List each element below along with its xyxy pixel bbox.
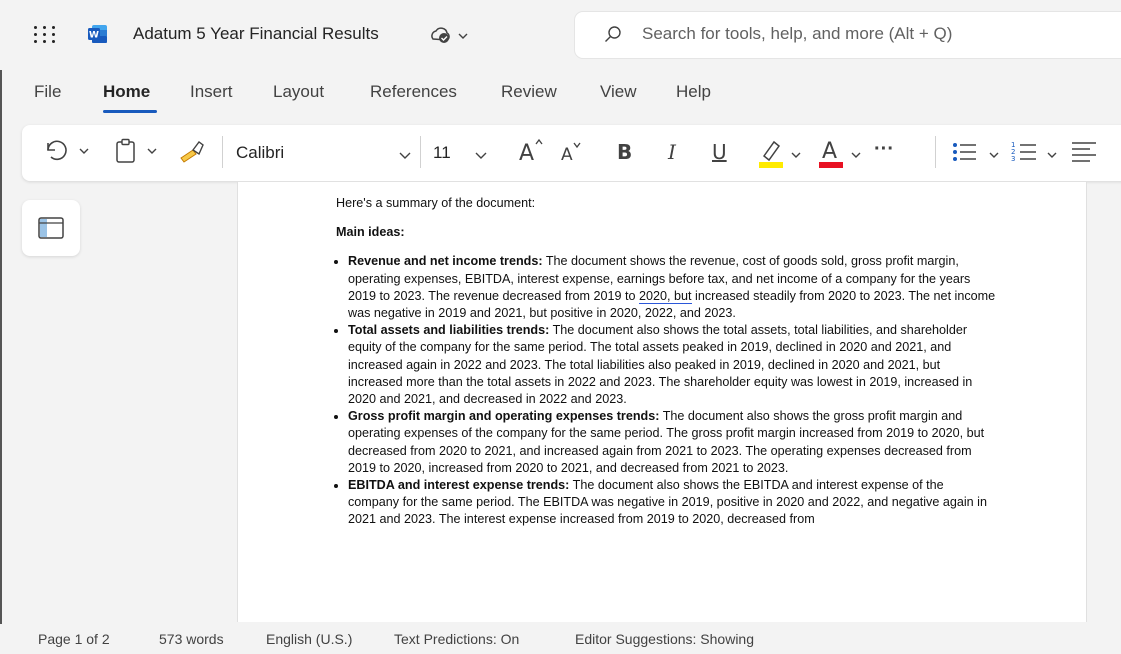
app-launcher-icon[interactable] — [34, 26, 56, 44]
tab-help[interactable]: Help — [676, 82, 711, 102]
svg-text:W: W — [89, 31, 99, 41]
tab-view[interactable]: View — [600, 82, 637, 102]
font-size-value[interactable]: 11 — [433, 143, 451, 163]
svg-text:A: A — [822, 139, 837, 164]
tab-review[interactable]: Review — [501, 82, 557, 102]
tab-home[interactable]: Home — [103, 82, 150, 102]
numbering-dropdown-chevron-icon[interactable] — [1046, 146, 1058, 165]
active-tab-indicator — [103, 110, 157, 113]
grammar-flag[interactable]: 2020, but — [639, 288, 692, 304]
summary-list: Revenue and net income trends: The docum… — [336, 253, 996, 528]
page-count[interactable]: Page 1 of 2 — [38, 631, 110, 647]
intro-text: Here's a summary of the document: — [336, 196, 536, 210]
highlight-dropdown-chevron-icon[interactable] — [790, 146, 802, 165]
text-predictions-status[interactable]: Text Predictions: On — [394, 631, 519, 647]
window-border — [0, 0, 2, 654]
svg-text:A: A — [519, 141, 534, 166]
bullets-dropdown-chevron-icon[interactable] — [988, 146, 1000, 165]
list-item: Revenue and net income trends: The docum… — [348, 253, 996, 322]
document-page[interactable]: Here's a summary of the document: Main i… — [237, 182, 1087, 622]
font-size-chevron-icon[interactable] — [474, 146, 488, 165]
font-name-chevron-icon[interactable] — [398, 146, 412, 165]
paste-dropdown-chevron-icon[interactable] — [146, 142, 158, 161]
tab-layout[interactable]: Layout — [273, 82, 324, 102]
grow-font-icon[interactable]: A — [518, 136, 548, 170]
underline-button[interactable]: U — [712, 140, 727, 164]
bold-button[interactable]: B — [617, 140, 632, 164]
word-logo-icon: W — [88, 24, 108, 44]
toolbar-separator — [222, 136, 223, 168]
editor-suggestions-status[interactable]: Editor Suggestions: Showing — [575, 631, 754, 647]
font-color-icon[interactable]: A — [818, 136, 846, 174]
shrink-font-icon[interactable]: A — [560, 140, 586, 170]
tab-insert[interactable]: Insert — [190, 82, 233, 102]
document-title[interactable]: Adatum 5 Year Financial Results — [133, 24, 379, 44]
list-item: EBITDA and interest expense trends: The … — [348, 477, 996, 529]
undo-dropdown-chevron-icon[interactable] — [78, 142, 90, 161]
svg-text:A: A — [561, 145, 573, 165]
toolbar-separator — [935, 136, 936, 168]
font-color-dropdown-chevron-icon[interactable] — [850, 146, 862, 165]
undo-icon[interactable] — [44, 139, 70, 167]
tab-references[interactable]: References — [370, 82, 457, 102]
format-painter-icon[interactable] — [178, 138, 206, 168]
language-status[interactable]: English (U.S.) — [266, 631, 352, 647]
italic-button[interactable]: I — [668, 140, 676, 164]
highlight-icon[interactable] — [758, 136, 786, 174]
bullets-icon[interactable] — [950, 138, 978, 170]
section-heading: Main ideas: — [336, 225, 405, 240]
paste-icon[interactable] — [114, 138, 138, 168]
align-left-icon[interactable] — [1070, 138, 1098, 170]
search-icon — [604, 25, 622, 47]
numbering-icon[interactable]: 1 2 3 — [1010, 138, 1038, 170]
document-body[interactable]: Here's a summary of the document: Main i… — [336, 195, 996, 529]
more-options-button[interactable]: ··· — [874, 138, 894, 161]
word-count[interactable]: 573 words — [159, 631, 224, 647]
navigation-pane-icon — [38, 217, 64, 243]
search-placeholder[interactable]: Search for tools, help, and more (Alt + … — [642, 24, 952, 44]
toolbar-separator — [420, 136, 421, 168]
list-item: Gross profit margin and operating expens… — [348, 408, 996, 477]
svg-text:3: 3 — [1011, 155, 1015, 163]
font-name-value[interactable]: Calibri — [236, 143, 284, 163]
tab-file[interactable]: File — [34, 82, 61, 102]
list-item: Total assets and liabilities trends: The… — [348, 322, 996, 408]
saved-status-icon[interactable] — [429, 26, 471, 50]
